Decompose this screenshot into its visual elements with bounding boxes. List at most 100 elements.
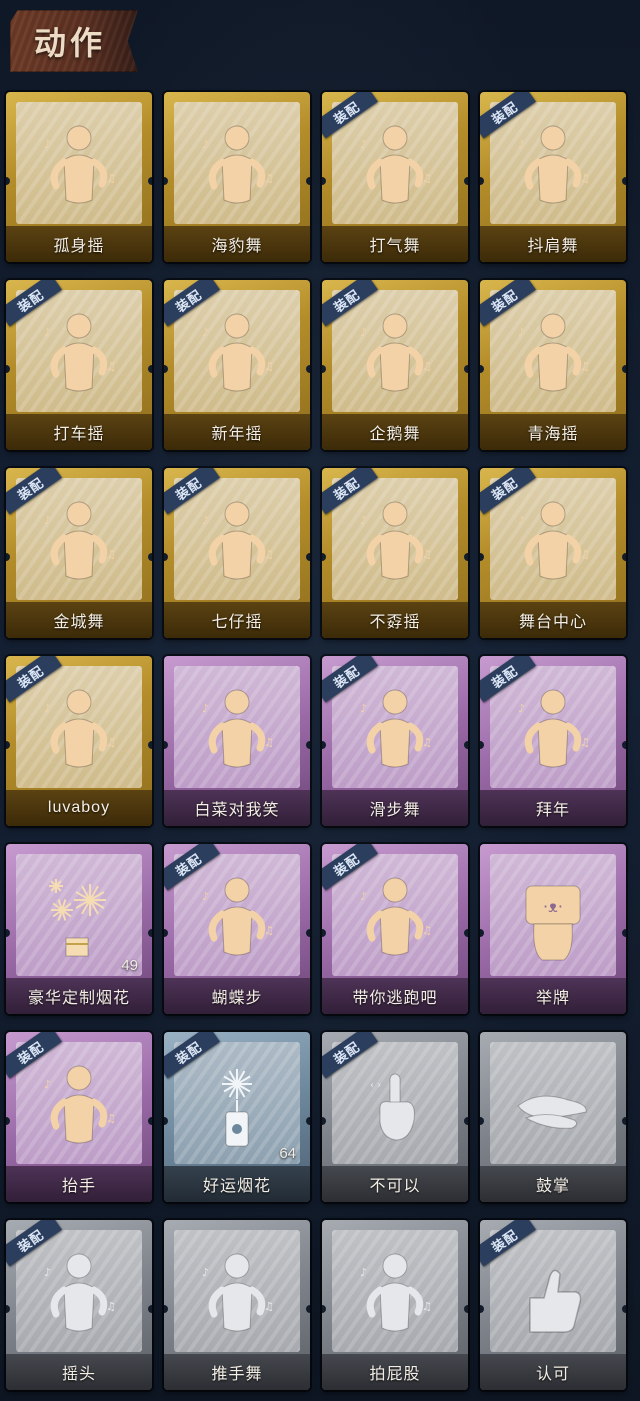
emote-card[interactable]: ♪ ♫ 滑步舞 装配 [322, 656, 468, 826]
card-notch [464, 177, 468, 185]
card-notch [622, 1117, 626, 1125]
card-label: 推手舞 [211, 1366, 263, 1383]
card-notch [148, 741, 152, 749]
pat-icon: ♪ ♫ [350, 1248, 440, 1340]
card-notch [622, 365, 626, 373]
card-notch [464, 553, 468, 561]
svg-text:♫: ♫ [422, 172, 432, 185]
equip-badge-wrap: 装配 [6, 656, 66, 716]
push-hand-icon: ♪ ♫ [192, 1248, 282, 1340]
card-label-bar: 鼓掌 [480, 1166, 626, 1202]
svg-text:♫: ♫ [580, 736, 590, 749]
emote-card[interactable]: ♪ ♫ 打气舞 装配 [322, 92, 468, 262]
emote-card[interactable]: 鼓掌 [480, 1032, 626, 1202]
card-notch [148, 365, 152, 373]
emote-card[interactable]: ♪ ♫ 新年摇 装配 [164, 280, 310, 450]
emote-card[interactable]: ♪ ♫ 不孬摇 装配 [322, 468, 468, 638]
card-label: 好运烟花 [202, 1178, 271, 1195]
emote-card[interactable]: ♪ ♫ 海豹舞 [164, 92, 310, 262]
emote-card[interactable]: ♪ ♫ 金城舞 装配 [6, 468, 152, 638]
equipped-badge: 装配 [322, 280, 378, 327]
svg-text:♫: ♫ [264, 548, 274, 561]
card-notch [306, 929, 310, 937]
emote-card[interactable]: ♪ ♫ 舞台中心 装配 [480, 468, 626, 638]
dance-figure-icon: ♪ ♫ [192, 684, 282, 776]
svg-text:♫: ♫ [580, 360, 590, 373]
equip-badge-wrap: 装配 [6, 1220, 66, 1280]
emote-card[interactable]: ♪ ♫ 拜年 装配 [480, 656, 626, 826]
emote-card[interactable]: ♪ ♫ 七仔摇 装配 [164, 468, 310, 638]
svg-text:♫: ♫ [264, 924, 274, 937]
card-label: 举牌 [535, 990, 570, 1007]
emote-card[interactable]: ♪ ♫ 打车摇 装配 [6, 280, 152, 450]
card-label: 拜年 [535, 802, 570, 819]
emote-card[interactable]: ♪ ♫ 带你逃跑吧 装配 [322, 844, 468, 1014]
card-label: 不孬摇 [369, 614, 421, 631]
emote-card[interactable]: ♪ ♫ 推手舞 [164, 1220, 310, 1390]
clap-icon [508, 1060, 598, 1152]
emote-card[interactable]: ♪ ♫ 拍屁股 [322, 1220, 468, 1390]
emote-card[interactable]: ♪ ♫ 摇头 装配 [6, 1220, 152, 1390]
card-label: 孤身摇 [53, 238, 105, 255]
equip-badge-wrap: 装配 [164, 280, 224, 340]
emote-card[interactable]: ♪ ♫ 白菜对我笑 [164, 656, 310, 826]
item-count: 49 [121, 957, 138, 974]
equipped-badge: 装配 [480, 92, 536, 139]
equipped-badge: 装配 [322, 468, 378, 515]
equipped-badge: 装配 [480, 280, 536, 327]
emote-card[interactable]: ♪ ♫ 孤身摇 [6, 92, 152, 262]
equipped-badge: 装配 [6, 280, 62, 327]
card-label: 青海摇 [527, 426, 579, 443]
equipped-badge: 装配 [164, 468, 220, 515]
sign-holding-icon: ·ᴥ· [508, 872, 598, 964]
card-label: 金城舞 [53, 614, 105, 631]
card-label-bar: 孤身摇 [6, 226, 152, 262]
card-label-bar: 海豹舞 [164, 226, 310, 262]
emote-card[interactable]: ♪ ♫ 蝴蝶步 装配 [164, 844, 310, 1014]
dance-figure-icon: ♪ ♫ [192, 120, 282, 212]
card-label-bar: 打气舞 [322, 226, 468, 262]
emote-card[interactable]: ♪ ♫ 抬手 装配 [6, 1032, 152, 1202]
emote-card[interactable]: ♪ ♫ 抖肩舞 装配 [480, 92, 626, 262]
card-notch [148, 929, 152, 937]
page-title: 动作 [34, 25, 107, 61]
card-notch [306, 177, 310, 185]
svg-text:♪: ♪ [44, 138, 51, 151]
equip-badge-wrap: 装配 [322, 280, 382, 340]
svg-text:♫: ♫ [422, 548, 432, 561]
equipped-badge: 装配 [6, 468, 62, 515]
card-label-bar: 带你逃跑吧 [322, 978, 468, 1014]
emote-card[interactable]: 豪华定制烟花 49 [6, 844, 152, 1014]
svg-text:♪: ♪ [202, 702, 209, 715]
equipped-badge: 装配 [480, 468, 536, 515]
equip-badge-wrap: 装配 [480, 468, 540, 528]
equip-badge-wrap: 装配 [480, 280, 540, 340]
svg-text:♫: ♫ [264, 1300, 274, 1313]
card-label-bar: 七仔摇 [164, 602, 310, 638]
card-notch [622, 929, 626, 937]
equip-badge-wrap: 装配 [322, 468, 382, 528]
card-notch [306, 1305, 310, 1313]
emote-card[interactable]: 好运烟花 装配 64 [164, 1032, 310, 1202]
card-label: 认可 [535, 1366, 570, 1383]
card-notch [148, 177, 152, 185]
card-notch [148, 1117, 152, 1125]
emote-card[interactable]: ·ᴥ· 举牌 [480, 844, 626, 1014]
emote-card[interactable]: ♪ ♫ 企鹅舞 装配 [322, 280, 468, 450]
emote-card[interactable]: ♪ ♫ luvaboy 装配 [6, 656, 152, 826]
card-label-bar: 豪华定制烟花 [6, 978, 152, 1014]
card-notch [148, 1305, 152, 1313]
equipped-badge: 装配 [6, 1032, 62, 1079]
emote-card[interactable]: 认可 装配 [480, 1220, 626, 1390]
equipped-badge: 装配 [164, 280, 220, 327]
card-label-bar: 拜年 [480, 790, 626, 826]
equipped-badge: 装配 [322, 1032, 378, 1079]
card-label: 不可以 [369, 1178, 421, 1195]
svg-text:♪: ♪ [360, 1266, 367, 1279]
emote-card[interactable]: ‹ › 不可以 装配 [322, 1032, 468, 1202]
equipped-badge: 装配 [164, 1032, 220, 1079]
card-label: 海豹舞 [211, 238, 263, 255]
emote-card[interactable]: ♪ ♫ 青海摇 装配 [480, 280, 626, 450]
card-label-bar: 抬手 [6, 1166, 152, 1202]
svg-text:♫: ♫ [106, 172, 116, 185]
